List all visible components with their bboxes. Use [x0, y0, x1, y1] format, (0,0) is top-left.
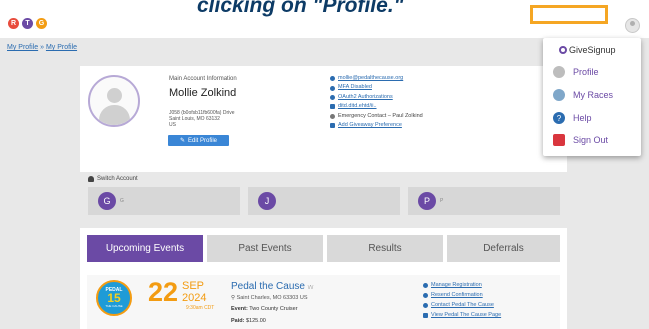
gift-icon	[330, 123, 335, 129]
event-location: ⚲ Saint Charles, MO 63303 US	[231, 295, 308, 301]
edit-profile-button[interactable]: ✎ Edit Profile	[168, 135, 229, 146]
mfa-link-row[interactable]: MFA Disabled	[330, 83, 423, 92]
account-initial-j: J	[258, 192, 276, 210]
tab-results[interactable]: Results	[327, 235, 443, 262]
gear-icon	[423, 282, 428, 288]
logo-letter-r: R	[8, 18, 19, 29]
switch-account-card-g[interactable]: G G	[88, 187, 240, 215]
event-day: 22	[148, 277, 179, 307]
sign-out-icon	[553, 134, 565, 146]
profile-card: Main Account Information Mollie Zolkind …	[80, 66, 567, 172]
account-initial-g: G	[98, 192, 116, 210]
account-name-g: G	[120, 198, 124, 204]
shield-icon	[330, 85, 335, 91]
key-icon	[330, 95, 335, 101]
account-section-label: Main Account Information	[169, 76, 237, 82]
share-icon	[423, 292, 428, 298]
avatar-body	[99, 105, 130, 125]
menu-item-help[interactable]: ? Help	[553, 111, 637, 125]
event-paid-amount: Paid: $125.00	[231, 318, 266, 324]
account-address: J058 (b0ofsb11fb600fa) Drive Saint Louis…	[169, 110, 235, 128]
pencil-icon: ✎	[179, 138, 185, 144]
breadcrumb: My Profile » My Profile	[7, 44, 77, 51]
tutorial-caption: clicking on "Profile."	[197, 0, 404, 17]
emergency-icon	[330, 113, 335, 119]
flag-icon	[423, 312, 428, 318]
top-bar: R T G clicking on "Profile."	[0, 0, 649, 36]
menu-item-sign-out[interactable]: Sign Out	[553, 133, 637, 147]
event-month: SEP	[182, 280, 205, 292]
race-photo-icon	[553, 89, 565, 101]
manage-registration-link[interactable]: Manage Registration	[423, 280, 501, 290]
switch-account-card-j[interactable]: J	[248, 187, 400, 215]
edit-profile-label: Edit Profile	[188, 137, 218, 144]
contact-organizer-link[interactable]: Contact Pedal The Cause	[423, 300, 501, 310]
user-dropdown-menu: GiveSignup Profile My Races ? Help Sign …	[543, 38, 641, 156]
account-name-p: P	[440, 198, 444, 204]
avatar-head	[107, 88, 122, 103]
account-name: Mollie Zolkind	[169, 87, 237, 99]
event-title[interactable]: Pedal the Cause \/\/	[231, 281, 313, 292]
breadcrumb-link-my-profile[interactable]: My Profile	[7, 44, 38, 51]
event-registration-type: Event: Two County Cruiser	[231, 306, 298, 312]
email-link-row[interactable]: mollie@pedalthecause.org	[330, 74, 423, 83]
phone-link-row[interactable]: ditd.ditd.ehtd/ii..	[330, 102, 423, 111]
event-actions: Manage Registration Resend Confirmation …	[423, 280, 501, 320]
account-initial-p: P	[418, 192, 436, 210]
breadcrumb-separator: »	[40, 44, 44, 51]
location-pin-icon: ⚲	[231, 295, 236, 301]
switch-account-card-p[interactable]: P P	[408, 187, 560, 215]
switch-account-label: Switch Account	[88, 176, 138, 182]
event-time: 9:30am CDT	[186, 305, 215, 311]
tab-deferrals[interactable]: Deferrals	[447, 235, 560, 262]
email-icon	[330, 76, 335, 82]
event-logo-badge[interactable]: PEDAL 15 THE CAUSE	[96, 280, 132, 316]
email-icon	[423, 302, 428, 308]
event-title-tag: \/\/	[307, 285, 314, 291]
events-panel: Upcoming Events Past Events Results Defe…	[80, 228, 567, 329]
view-event-page-link[interactable]: View Pedal The Cause Page	[423, 310, 501, 320]
user-icon	[553, 66, 565, 78]
tab-upcoming-events[interactable]: Upcoming Events	[87, 235, 203, 262]
account-links: mollie@pedalthecause.org MFA Disabled OA…	[330, 74, 423, 130]
tab-past-events[interactable]: Past Events	[207, 235, 323, 262]
breadcrumb-link-current[interactable]: My Profile	[46, 44, 77, 51]
logo-letter-t: T	[22, 18, 33, 29]
highlight-box	[530, 5, 608, 24]
address-line-3: US	[169, 122, 176, 128]
event-year: 2024	[182, 292, 207, 304]
emergency-contact-row: Emergency Contact – Paul Zolkind	[330, 112, 423, 121]
oauth-link-row[interactable]: OAuth2 Authorizations	[330, 93, 423, 102]
rtg-logo[interactable]: R T G	[8, 18, 47, 29]
givesignup-logo: GiveSignup	[559, 45, 616, 55]
logo-letter-g: G	[36, 18, 47, 29]
people-icon	[88, 176, 94, 182]
resend-confirmation-link[interactable]: Resend Confirmation	[423, 290, 501, 300]
givesignup-logo-icon	[559, 46, 567, 54]
user-avatar-icon[interactable]	[625, 18, 640, 33]
giveaway-link-row[interactable]: Add Giveaway Preference	[330, 121, 423, 130]
menu-item-my-races[interactable]: My Races	[553, 88, 637, 102]
phone-icon	[330, 104, 335, 110]
help-icon: ?	[553, 112, 565, 124]
event-row: PEDAL 15 THE CAUSE 22 SEP 2024 9:30am CD…	[87, 275, 560, 329]
profile-avatar[interactable]	[88, 75, 140, 127]
menu-item-profile[interactable]: Profile	[553, 65, 637, 79]
